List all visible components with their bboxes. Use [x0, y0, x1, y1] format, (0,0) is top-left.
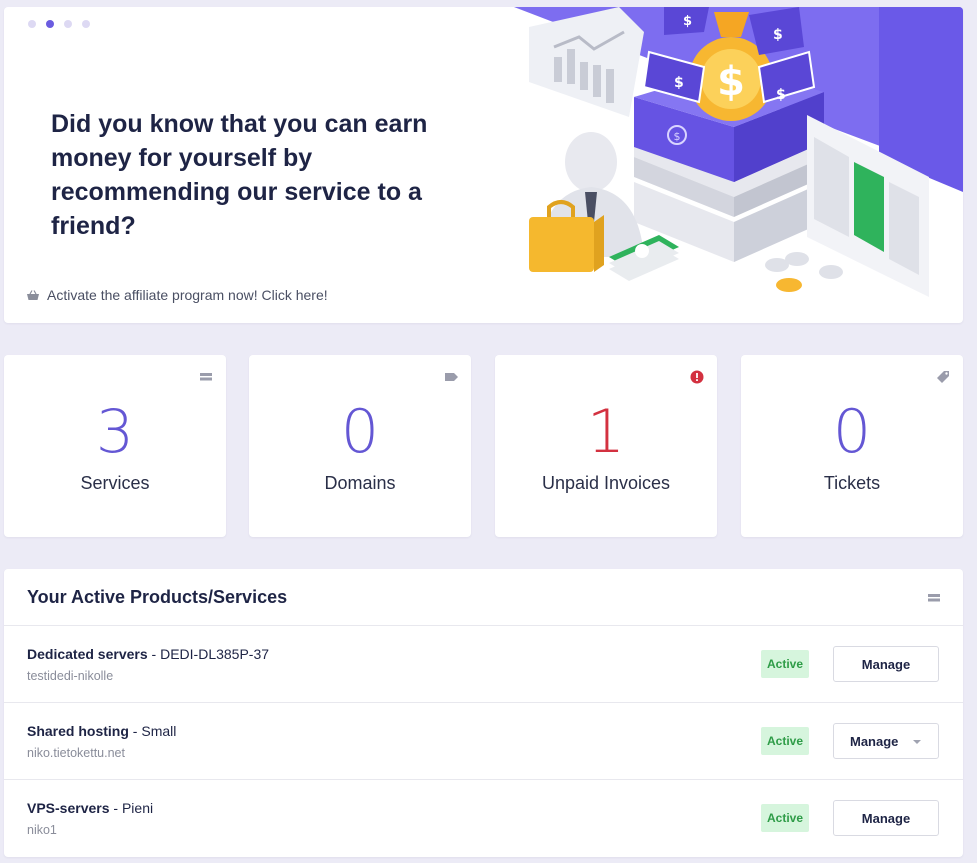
service-plan: Pieni: [121, 800, 154, 816]
service-category: Dedicated servers: [27, 646, 148, 662]
service-plan: Small: [141, 723, 177, 739]
server-icon: [928, 594, 940, 602]
stat-label: Tickets: [823, 473, 881, 493]
svg-text:$: $: [674, 75, 684, 91]
stat-card-domains[interactable]: 0 Domains: [249, 355, 471, 537]
tag-icon: [445, 373, 458, 381]
stat-card-tickets[interactable]: 0 Tickets: [741, 355, 963, 537]
svg-text:$: $: [717, 59, 745, 105]
service-name: VPS-servers - Pieni: [27, 800, 154, 816]
service-hostname: testidedi-nikolle: [27, 669, 114, 683]
affiliate-banner: Did you know that you can earn money for…: [4, 7, 963, 323]
service-hostname: niko.tietokettu.net: [27, 746, 125, 760]
carousel-dot-3[interactable]: [64, 20, 72, 28]
service-row[interactable]: Dedicated servers - DEDI-DL385P-37 testi…: [4, 626, 963, 703]
service-name: Shared hosting - Small: [27, 723, 177, 739]
banner-title: Did you know that you can earn money for…: [51, 110, 428, 240]
stat-label: Services: [80, 473, 150, 493]
service-category: VPS-servers: [27, 800, 110, 816]
carousel-dot-4[interactable]: [82, 20, 90, 28]
carousel-dot-2[interactable]: [46, 20, 54, 28]
affiliate-link-label: Activate the affiliate program now! Clic…: [47, 287, 328, 303]
affiliate-illustration: $ $ $ $ $ $: [514, 7, 963, 297]
stat-label: Domains: [324, 473, 396, 493]
panel-header: Your Active Products/Services: [4, 569, 963, 626]
alert-icon: [690, 370, 704, 384]
server-icon: [200, 373, 212, 381]
stat-card-unpaid-invoices[interactable]: 1 Unpaid Invoices: [495, 355, 717, 537]
affiliate-link[interactable]: Activate the affiliate program now! Clic…: [27, 287, 328, 303]
status-badge: Active: [761, 650, 809, 678]
svg-text:$: $: [683, 14, 692, 29]
manage-dropdown-button[interactable]: Manage: [833, 723, 939, 759]
manage-button[interactable]: Manage: [833, 800, 939, 836]
chevron-down-icon: [913, 740, 921, 744]
service-hostname: niko1: [27, 823, 57, 837]
svg-text:$: $: [773, 27, 783, 43]
service-name: Dedicated servers - DEDI-DL385P-37: [27, 646, 270, 662]
stat-value: 3: [95, 397, 135, 467]
carousel-dots: [28, 20, 90, 28]
stat-value: 0: [340, 397, 380, 467]
ticket-icon: [937, 371, 949, 383]
svg-text:$: $: [776, 87, 786, 103]
panel-title: Your Active Products/Services: [27, 587, 288, 607]
basket-icon: [27, 290, 39, 300]
stat-label: Unpaid Invoices: [541, 473, 671, 493]
carousel-dot-1[interactable]: [28, 20, 36, 28]
manage-button-label: Manage: [850, 733, 899, 749]
service-row[interactable]: VPS-servers - Pieni niko1 Active Manage: [4, 780, 963, 857]
status-badge: Active: [761, 804, 809, 832]
service-category: Shared hosting: [27, 723, 129, 739]
active-products-panel: Your Active Products/Services Dedicated …: [4, 569, 963, 857]
service-plan: DEDI-DL385P-37: [160, 646, 270, 662]
svg-text:$: $: [674, 130, 681, 143]
stat-value: 0: [832, 397, 872, 467]
manage-button[interactable]: Manage: [833, 646, 939, 682]
stat-card-services[interactable]: 3 Services: [4, 355, 226, 537]
stat-value: 1: [586, 397, 626, 467]
service-row[interactable]: Shared hosting - Small niko.tietokettu.n…: [4, 703, 963, 780]
status-badge: Active: [761, 727, 809, 755]
